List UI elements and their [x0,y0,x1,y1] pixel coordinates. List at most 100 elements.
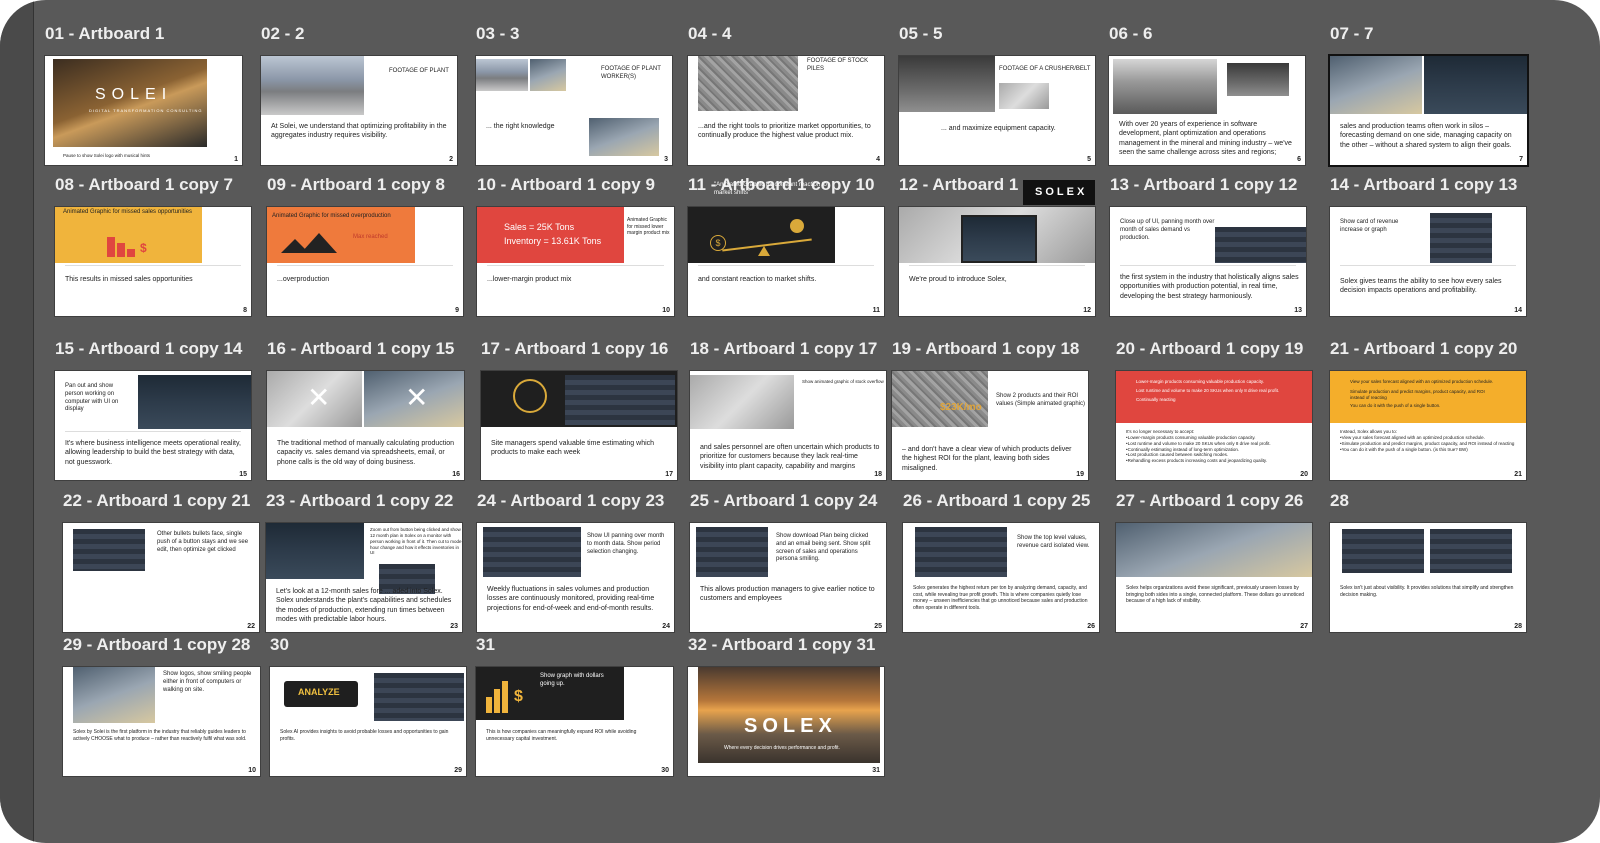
artboard-23[interactable]: 23 - Artboard 1 copy 22 Zoom out from bu… [266,491,462,632]
artboard-19[interactable]: 19 - Artboard 1 copy 18 $23K/mo Show 2 p… [892,339,1088,480]
bullet-item: Continually reacting [1136,397,1176,402]
artboard-31[interactable]: 31 $ Show graph with dollars going up. T… [476,635,673,776]
artboard-title[interactable]: 23 - Artboard 1 copy 22 [266,491,453,511]
artboard-title[interactable]: 29 - Artboard 1 copy 28 [63,635,250,655]
artboard-21[interactable]: 21 - Artboard 1 copy 20 View your sales … [1330,339,1526,480]
analyze-button[interactable]: ANALYZE [298,687,340,699]
artboard-title[interactable]: 28 [1330,491,1349,511]
ui-panel [1430,529,1512,573]
artboard-title[interactable]: 02 - 2 [261,24,304,44]
left-panel-edge[interactable] [0,0,34,843]
artboard-25[interactable]: 25 - Artboard 1 copy 24 Show download Pl… [690,491,886,632]
artboard-16[interactable]: 16 - Artboard 1 copy 15 ✕ ✕ The traditio… [267,339,464,480]
artboard-title[interactable]: 04 - 4 [688,24,731,44]
artboard-title[interactable]: 08 - Artboard 1 copy 7 [55,175,233,195]
artboard-12[interactable]: 12 - Artboard 1 SOLEX We're proud to int… [899,175,1095,316]
artboard-15[interactable]: 15 - Artboard 1 copy 14 Pan out and show… [55,339,251,480]
artboard-title[interactable]: 27 - Artboard 1 copy 26 [1116,491,1303,511]
artboard-01[interactable]: 01 - Artboard 1 SOLEI DIGITAL TRANSFORMA… [45,24,242,165]
page-number: 11 [872,307,880,314]
artboard-24[interactable]: 24 - Artboard 1 copy 23 Show UI panning … [477,491,674,632]
artboard-08[interactable]: 08 - Artboard 1 copy 7 Animated Graphic … [55,175,251,316]
artboard-14[interactable]: 14 - Artboard 1 copy 13 Show card of rev… [1330,175,1526,316]
artboard-title[interactable]: 03 - 3 [476,24,519,44]
artboard-title[interactable]: 06 - 6 [1109,24,1152,44]
bullet-item: Simulate production and predict margins,… [1350,389,1485,400]
artboard-title[interactable]: 18 - Artboard 1 copy 17 [690,339,877,359]
spreadsheet [565,375,675,425]
artboard-29[interactable]: 29 - Artboard 1 copy 28 Show logos, show… [63,635,260,776]
ai-panel [374,673,464,721]
figma-workspace: 01 - Artboard 1 SOLEI DIGITAL TRANSFORMA… [0,0,1600,843]
artboard-title[interactable]: 09 - Artboard 1 copy 8 [267,175,445,195]
solex-logo: SOLEX [744,715,837,737]
page-number: 20 [1300,471,1308,478]
control-room-photo [1116,523,1312,577]
artboard-02[interactable]: 02 - 2 FOOTAGE OF PLANT At Solei, we und… [261,24,457,165]
artboard-title[interactable]: 32 - Artboard 1 copy 31 [688,635,875,655]
dollar-icon: $ [514,688,523,705]
artboard-title[interactable]: 07 - 7 [1330,24,1373,44]
artboard-title[interactable]: 19 - Artboard 1 copy 18 [892,339,1079,359]
page-number: 10 [248,767,256,774]
gravel-photo [698,56,798,111]
dollar-icon: $ [140,241,147,255]
page-number: 16 [452,471,460,478]
artboard-title[interactable]: 10 - Artboard 1 copy 9 [477,175,655,195]
artboard-17[interactable]: 17 - Artboard 1 copy 16 Site managers sp… [481,339,677,480]
artboard-09[interactable]: 09 - Artboard 1 copy 8 Animated Graphic … [267,175,463,316]
bar-icon [494,689,500,713]
artboard-26[interactable]: 26 - Artboard 1 copy 25 Show the top lev… [903,491,1099,632]
artboard-title[interactable]: 01 - Artboard 1 [45,24,164,44]
bullet-item: Lower-margin products consuming valuable… [1136,379,1264,384]
bullet-item: View your sales forecast aligned with an… [1350,379,1494,384]
artboard-05[interactable]: 05 - 5 FOOTAGE OF A CRUSHER/BELT ... and… [899,24,1095,165]
monitor-ui [961,215,1037,263]
bar-icon [502,681,508,713]
artboard-04[interactable]: 04 - 4 FOOTAGE OF STOCK PILES ...and the… [688,24,884,165]
artboard-18[interactable]: 18 - Artboard 1 copy 17 Show animated gr… [690,339,886,480]
workers-photo [589,118,659,156]
graphic-label: Animated Graphic for missed lower margin… [627,217,670,236]
artboard-28[interactable]: 28 Solex isn't just about visibility. It… [1330,491,1526,632]
artboard-title[interactable]: 24 - Artboard 1 copy 23 [477,491,664,511]
artboard-title[interactable]: 26 - Artboard 1 copy 25 [903,491,1090,511]
artboard-title[interactable]: 25 - Artboard 1 copy 24 [690,491,877,511]
artboard-title[interactable]: 31 [476,635,495,655]
artboard-title[interactable]: 12 - Artboard 1 [899,175,1018,195]
page-number: 23 [450,623,458,630]
artboard-22[interactable]: 22 - Artboard 1 copy 21 Other bullets bu… [63,491,259,632]
page-number: 7 [1519,156,1523,163]
plant-photo [261,56,364,115]
artboard-title[interactable]: 22 - Artboard 1 copy 21 [63,491,250,511]
slide-caption: At Solei, we understand that optimizing … [271,123,447,140]
artboard-title[interactable]: 13 - Artboard 1 copy 12 [1110,175,1297,195]
ui-note: Show logos, show smiling people either i… [163,671,252,693]
artboard-title[interactable]: 17 - Artboard 1 copy 16 [481,339,668,359]
artboard-07[interactable]: 07 - 7 sales and production teams often … [1330,24,1527,165]
artboard-20[interactable]: 20 - Artboard 1 copy 19 Lower-margin pro… [1116,339,1312,480]
artboard-30[interactable]: 30 ANALYZE Solex AI provides insights to… [270,635,466,776]
artboard-canvas[interactable]: 01 - Artboard 1 SOLEI DIGITAL TRANSFORMA… [33,0,1600,843]
artboard-32[interactable]: 32 - Artboard 1 copy 31 SOLEX Where ever… [688,635,884,776]
artboard-title[interactable]: 15 - Artboard 1 copy 14 [55,339,242,359]
artboard-11[interactable]: 11 - Artboard 1 copy 10 "Animated Graphi… [688,175,884,316]
artboard-13[interactable]: 13 - Artboard 1 copy 12 Close up of UI, … [1110,175,1306,316]
clock-icon [513,379,547,413]
artboard-27[interactable]: 27 - Artboard 1 copy 26 Solex helps orga… [1116,491,1312,632]
artboard-title[interactable]: 16 - Artboard 1 copy 15 [267,339,454,359]
revenue-card [915,527,1007,577]
price-tag: $23K/mo [940,402,982,413]
artboard-title[interactable]: 20 - Artboard 1 copy 19 [1116,339,1303,359]
artboard-title[interactable]: 21 - Artboard 1 copy 20 [1330,339,1517,359]
footage-label: FOOTAGE OF PLANT WORKER(S) [601,66,661,80]
page-number: 30 [661,767,669,774]
artboard-03[interactable]: 03 - 3 FOOTAGE OF PLANT WORKER(S) ... th… [476,24,672,165]
artboard-10[interactable]: 10 - Artboard 1 copy 9 Sales = 25K Tons … [477,175,674,316]
slide-caption: The traditional method of manually calcu… [277,440,455,466]
artboard-title[interactable]: 05 - 5 [899,24,942,44]
artboard-title[interactable]: 30 [270,635,289,655]
artboard-title[interactable]: 14 - Artboard 1 copy 13 [1330,175,1517,195]
page-number: 9 [455,307,459,314]
artboard-06[interactable]: 06 - 6 With over 20 years of experience … [1109,24,1305,165]
